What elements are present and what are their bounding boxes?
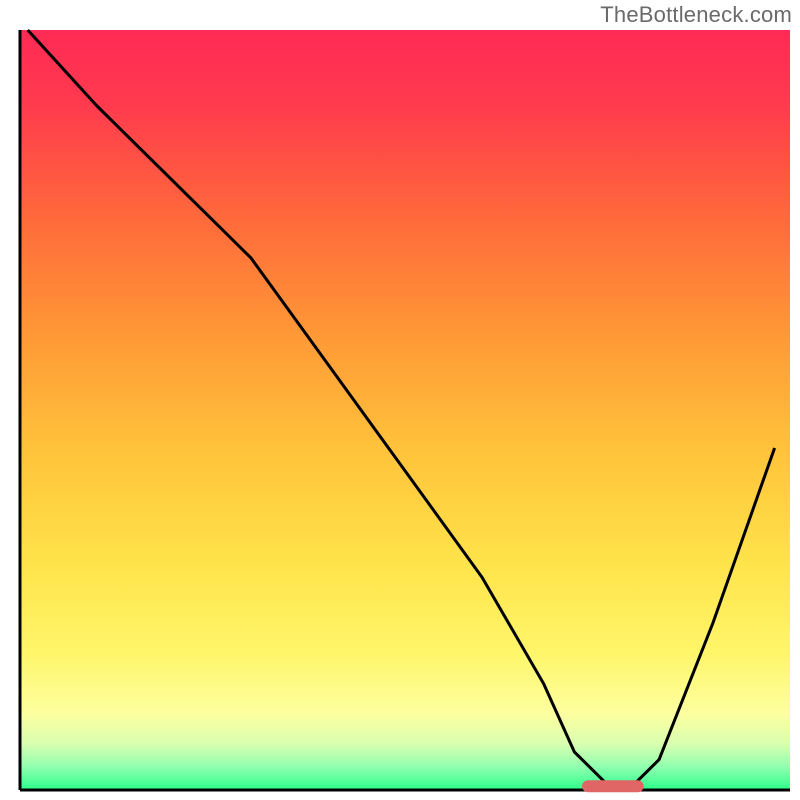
- chart-stage: TheBottleneck.com: [0, 0, 800, 800]
- optimal-range-marker: [582, 780, 644, 792]
- bottleneck-plot: [0, 0, 800, 800]
- watermark-text: TheBottleneck.com: [600, 2, 792, 28]
